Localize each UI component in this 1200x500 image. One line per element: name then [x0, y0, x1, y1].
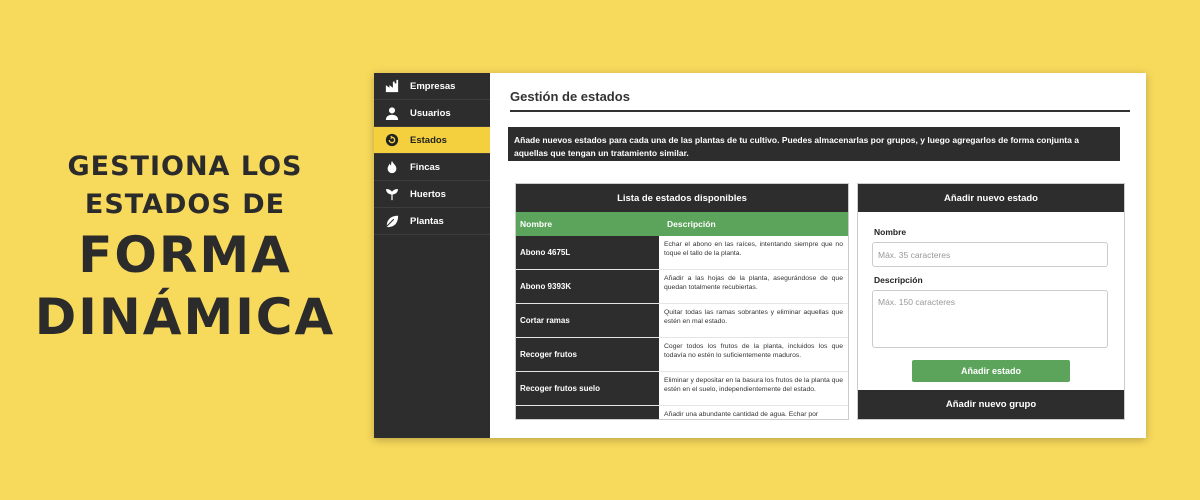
sprout-icon	[384, 186, 400, 202]
sidebar-item-empresas[interactable]: Empresas	[374, 73, 490, 100]
sidebar: Empresas Usuarios Estados Fincas Huertos	[374, 73, 490, 438]
add-state-panel: Añadir nuevo estado Nombre Descripción A…	[857, 183, 1125, 420]
promo-line-4: DINÁMICA	[34, 288, 336, 346]
refresh-icon	[384, 132, 400, 148]
promo-line-3: FORMA	[78, 226, 292, 284]
state-name: Recoger frutos	[516, 338, 659, 371]
add-state-button[interactable]: Añadir estado	[912, 360, 1070, 382]
state-name: Recoger frutos suelo	[516, 372, 659, 405]
column-name-header: Nombre	[520, 219, 553, 229]
add-group-button[interactable]: Añadir nuevo grupo	[858, 390, 1124, 419]
state-description: Quitar todas las ramas sobrantes y elimi…	[664, 309, 843, 325]
state-description: Coger todos los frutos de la planta, inc…	[664, 343, 843, 359]
sidebar-item-usuarios[interactable]: Usuarios	[374, 100, 490, 127]
sidebar-item-label: Fincas	[410, 161, 441, 173]
sidebar-item-estados[interactable]: Estados	[374, 127, 490, 154]
state-name: Cortar ramas	[516, 304, 659, 337]
sidebar-item-label: Usuarios	[410, 107, 451, 119]
sidebar-item-label: Plantas	[410, 215, 444, 227]
state-description: Añadir a las hojas de la planta, asegurá…	[664, 275, 843, 291]
table-row[interactable]: Recoger frutos Coger todos los frutos de…	[516, 338, 848, 372]
promo-heading: GESTIONA LOS ESTADOS DE FORMA DINÁMICA	[30, 148, 340, 348]
app-window: Empresas Usuarios Estados Fincas Huertos	[374, 73, 1146, 438]
state-description: Echar el abono en las raíces, intentando…	[664, 241, 843, 257]
sidebar-item-label: Empresas	[410, 80, 456, 92]
table-row[interactable]: Cortar ramas Quitar todas las ramas sobr…	[516, 304, 848, 338]
sidebar-item-plantas[interactable]: Plantas	[374, 208, 490, 235]
sidebar-item-fincas[interactable]: Fincas	[374, 154, 490, 181]
state-name: Regar	[516, 406, 659, 419]
factory-icon	[384, 78, 400, 94]
promo-line-2: ESTADOS DE	[84, 189, 286, 220]
main-content: Gestión de estados Añade nuevos estados …	[490, 73, 1146, 438]
table-row[interactable]: Regar Añadir una abundante cantidad de a…	[516, 406, 848, 419]
column-description-header: Descripción	[667, 219, 716, 229]
state-name: Abono 9393K	[516, 270, 659, 303]
table-row[interactable]: Abono 9393K Añadir a las hojas de la pla…	[516, 270, 848, 304]
description-label: Descripción	[874, 275, 923, 285]
description-textarea[interactable]	[872, 290, 1108, 348]
states-list-panel: Lista de estados disponibles Nombre Desc…	[515, 183, 849, 420]
user-icon	[384, 105, 400, 121]
promo-line-1: GESTIONA LOS	[67, 151, 303, 182]
state-name: Abono 4675L	[516, 236, 659, 269]
state-description: Añadir una abundante cantidad de agua. E…	[664, 411, 819, 418]
page-title: Gestión de estados	[510, 89, 1130, 112]
state-description: Eliminar y depositar en la basura los fr…	[664, 377, 843, 393]
form-header: Añadir nuevo estado	[858, 184, 1124, 212]
table-header: Nombre Descripción	[516, 212, 848, 236]
name-input[interactable]	[872, 242, 1108, 267]
list-header: Lista de estados disponibles	[516, 184, 848, 212]
table-row[interactable]: Recoger frutos suelo Eliminar y deposita…	[516, 372, 848, 406]
sidebar-item-label: Estados	[410, 134, 447, 146]
sidebar-item-label: Huertos	[410, 188, 446, 200]
sidebar-item-huertos[interactable]: Huertos	[374, 181, 490, 208]
leaf-icon	[384, 213, 400, 229]
fire-icon	[384, 159, 400, 175]
name-label: Nombre	[874, 227, 907, 237]
table-row[interactable]: Abono 4675L Echar el abono en las raíces…	[516, 236, 848, 270]
info-banner: Añade nuevos estados para cada una de la…	[508, 127, 1120, 161]
